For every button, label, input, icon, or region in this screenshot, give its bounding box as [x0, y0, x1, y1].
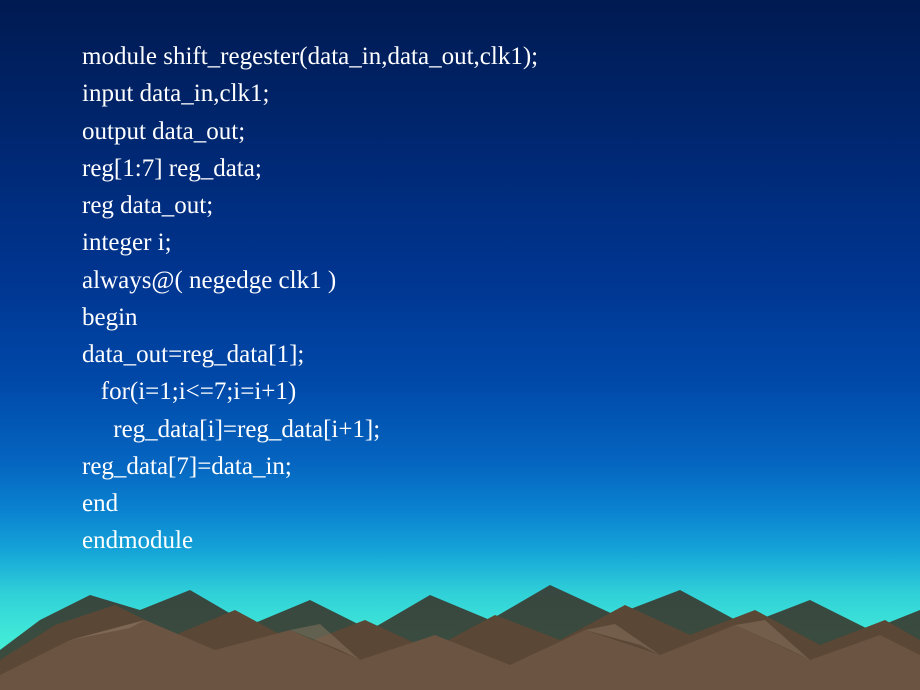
code-line-11: reg_data[i]=reg_data[i+1]; — [82, 411, 538, 448]
code-line-1: module shift_regester(data_in,data_out,c… — [82, 38, 538, 75]
code-line-2: input data_in,clk1; — [82, 75, 538, 112]
code-line-14: endmodule — [82, 522, 538, 559]
code-line-8: begin — [82, 299, 538, 336]
code-line-12: reg_data[7]=data_in; — [82, 448, 538, 485]
code-line-4: reg[1:7] reg_data; — [82, 150, 538, 187]
code-line-9: data_out=reg_data[1]; — [82, 336, 538, 373]
code-line-7: always@( negedge clk1 ) — [82, 262, 538, 299]
code-block: module shift_regester(data_in,data_out,c… — [82, 38, 538, 560]
mountains-decoration — [0, 550, 920, 690]
code-line-5: reg data_out; — [82, 187, 538, 224]
code-line-3: output data_out; — [82, 113, 538, 150]
code-line-13: end — [82, 485, 538, 522]
code-line-10: for(i=1;i<=7;i=i+1) — [82, 373, 538, 410]
code-line-6: integer i; — [82, 224, 538, 261]
